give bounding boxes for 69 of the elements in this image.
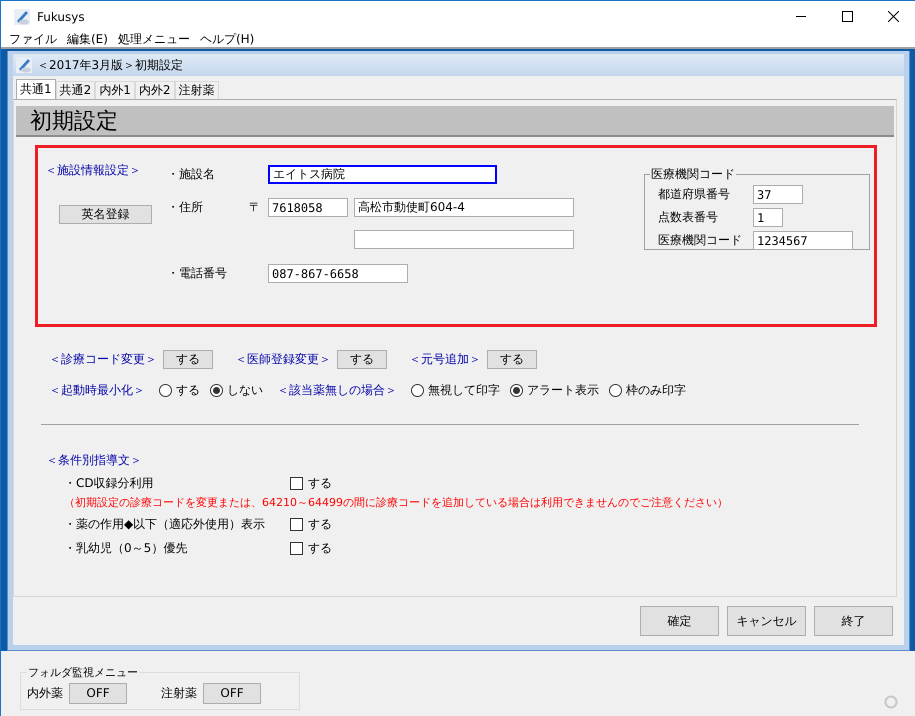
radio-label: 枠のみ印字 <box>626 382 686 398</box>
tab[interactable]: 共通2 <box>56 81 96 99</box>
menu-item[interactable]: ファイル <box>8 31 58 48</box>
english-name-button[interactable]: 英名登録 <box>59 205 152 224</box>
section-label: ＜条件別指導文＞ <box>46 452 143 469</box>
option-label: ＜該当薬無しの場合＞ <box>277 382 397 398</box>
option-label: ・CD収録分利用 <box>64 474 155 492</box>
option-label: ＜医師登録変更＞ <box>235 350 331 368</box>
checkbox[interactable]: する <box>290 540 332 556</box>
menu-item[interactable]: ヘルプ(H) <box>198 31 256 48</box>
dialog-button[interactable]: 確定 <box>640 606 719 636</box>
window-title: Fukusys <box>37 10 85 24</box>
option-label: ＜元号追加＞ <box>409 350 481 368</box>
page-heading: 初期設定 <box>16 106 894 137</box>
input-field[interactable]: 087-867-6658 <box>268 264 408 283</box>
form-icon <box>15 56 33 74</box>
group-title: 医療機関コード <box>650 166 736 183</box>
tab[interactable]: 共通1 <box>16 79 56 99</box>
action-button[interactable]: する <box>163 350 213 368</box>
radio-button[interactable] <box>609 384 622 396</box>
field-label: ・住所 <box>167 199 204 216</box>
radio-label: 無視して印字 <box>428 382 500 398</box>
input-field[interactable]: 1 <box>753 208 783 227</box>
radio-label: する <box>176 382 200 398</box>
input-field[interactable]: 37 <box>753 185 803 204</box>
group-title: フォルダ監視メニュー <box>27 665 139 680</box>
action-button[interactable]: する <box>487 350 537 368</box>
toggle-button[interactable]: OFF <box>203 682 261 704</box>
toggle-button[interactable]: OFF <box>69 682 127 704</box>
field-label: 点数表番号 <box>658 209 719 226</box>
field-label: 都道府県番号 <box>658 186 731 203</box>
app-icon <box>13 8 31 26</box>
tab[interactable]: 内外1 <box>95 81 135 99</box>
input-field[interactable] <box>354 230 574 249</box>
maximize-icon <box>842 11 852 22</box>
status-ring-icon <box>884 695 898 709</box>
field-label: ・電話番号 <box>167 265 228 282</box>
dialog-button[interactable]: 終了 <box>814 606 893 636</box>
radio-button[interactable] <box>510 384 523 396</box>
radio-button[interactable] <box>210 384 223 396</box>
radio-label: アラート表示 <box>527 382 599 398</box>
section-label: ＜施設情報設定＞ <box>45 162 142 179</box>
checkbox[interactable]: する <box>290 516 332 532</box>
option-label: ・薬の作用◆以下（適応外使用）表示 <box>64 516 266 532</box>
menu-item[interactable]: 編集(E) <box>66 31 109 48</box>
field-label: 注射薬 <box>161 684 197 702</box>
option-label: ＜診療コード変更＞ <box>49 350 157 368</box>
window-title: ＜2017年3月版＞初期設定 <box>37 56 184 74</box>
option-label: ・乳幼児（0～5）優先 <box>64 540 188 556</box>
radio-button[interactable] <box>159 384 172 396</box>
field-label: ・施設名 <box>167 166 216 183</box>
input-field[interactable]: 1234567 <box>753 231 853 250</box>
radio-label: しない <box>227 382 263 398</box>
postal-mark: 〒 <box>249 199 262 216</box>
action-button[interactable]: する <box>337 350 387 368</box>
field-label: 医療機関コード <box>658 232 743 249</box>
field-label: 内外薬 <box>27 684 63 702</box>
warning-note: （初期設定の診療コードを変更または、64210～64499の間に診療コードを追加している場合は利用できませんのでご注意ください） <box>64 495 729 510</box>
input-field[interactable]: 高松市動使町604-4 <box>354 198 574 217</box>
option-label: ＜起動時最小化＞ <box>49 382 145 398</box>
tab[interactable]: 注射薬 <box>174 81 219 99</box>
menu-item[interactable]: 処理メニュー <box>116 31 191 48</box>
radio-button[interactable] <box>411 384 424 396</box>
input-field[interactable]: 7618058 <box>268 198 348 217</box>
checkbox[interactable]: する <box>290 474 332 492</box>
close-icon <box>888 11 898 22</box>
tab[interactable]: 内外2 <box>134 81 175 99</box>
input-field[interactable]: エイトス病院 <box>268 165 497 184</box>
dialog-button[interactable]: キャンセル <box>727 606 806 636</box>
